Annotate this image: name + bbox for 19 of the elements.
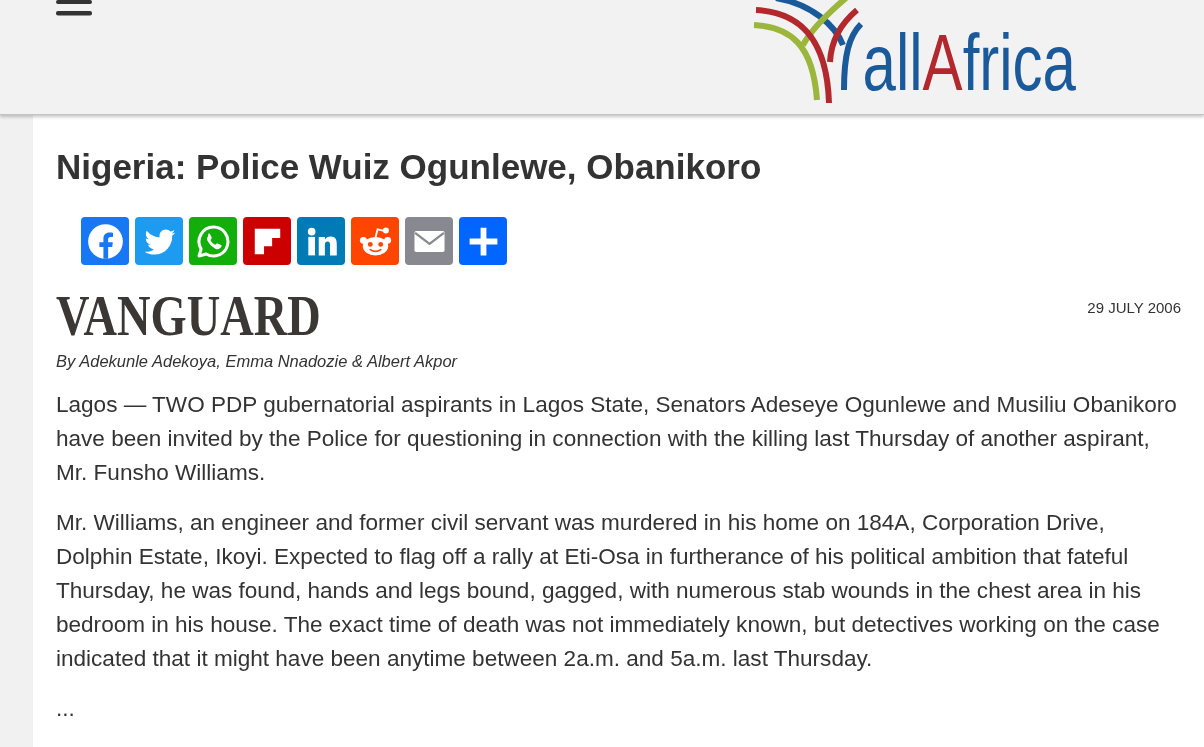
share-button[interactable] bbox=[297, 217, 345, 265]
byline: By Adekunle Adekoya, Emma Nnadozie & Albert Akpor bbox=[56, 351, 459, 372]
share-button[interactable] bbox=[135, 217, 183, 265]
article-paragraph: Lagos — TWO PDP gubernatorial aspirants in Lagos State, Senators Adeseye Ogunlewe and Musiliu Obanikoro have been invited by the Police for questioning in connection with the killing last Thursday of another aspirant, Mr. Funsho Williams. bbox=[56, 391, 1178, 487]
source-logo: VANGUARD bbox=[56, 288, 321, 344]
article-title: Nigeria: Police Wuiz Ogunlewe, Obanikoro bbox=[56, 146, 763, 188]
share-button[interactable] bbox=[459, 217, 507, 265]
facebook-f-icon bbox=[86, 222, 124, 260]
share-button[interactable] bbox=[405, 217, 453, 265]
article-paragraph: Mr. Williams, an engineer and former civil servant was murdered in his home on 184A, Corporation Drive, Dolphin Estate, Ikoyi. Expected to flag off a rally at Eti-Osa in furtherance of his political ambition that fateful Thursday, he was found, hands and legs bound, gagged, with numerous stab wounds in the chest area in his bedroom in his house. The exact time of death was not immediately known, but detectives working on the case indicated that it might have been anytime between 2a.m. and 5a.m. last Thursday. bbox=[56, 509, 1161, 673]
share-button[interactable] bbox=[81, 217, 129, 265]
share-button[interactable] bbox=[243, 217, 291, 265]
publish-date: 29 JULY 2006 bbox=[1087, 298, 1181, 317]
article-paragraph: ... bbox=[56, 695, 76, 723]
share-button[interactable] bbox=[351, 217, 399, 265]
logo-text[interactable]: allAfrica bbox=[862, 23, 1076, 103]
share-button[interactable] bbox=[189, 217, 237, 265]
menu-icon bbox=[56, 0, 92, 16]
menu-button[interactable] bbox=[56, 0, 92, 16]
